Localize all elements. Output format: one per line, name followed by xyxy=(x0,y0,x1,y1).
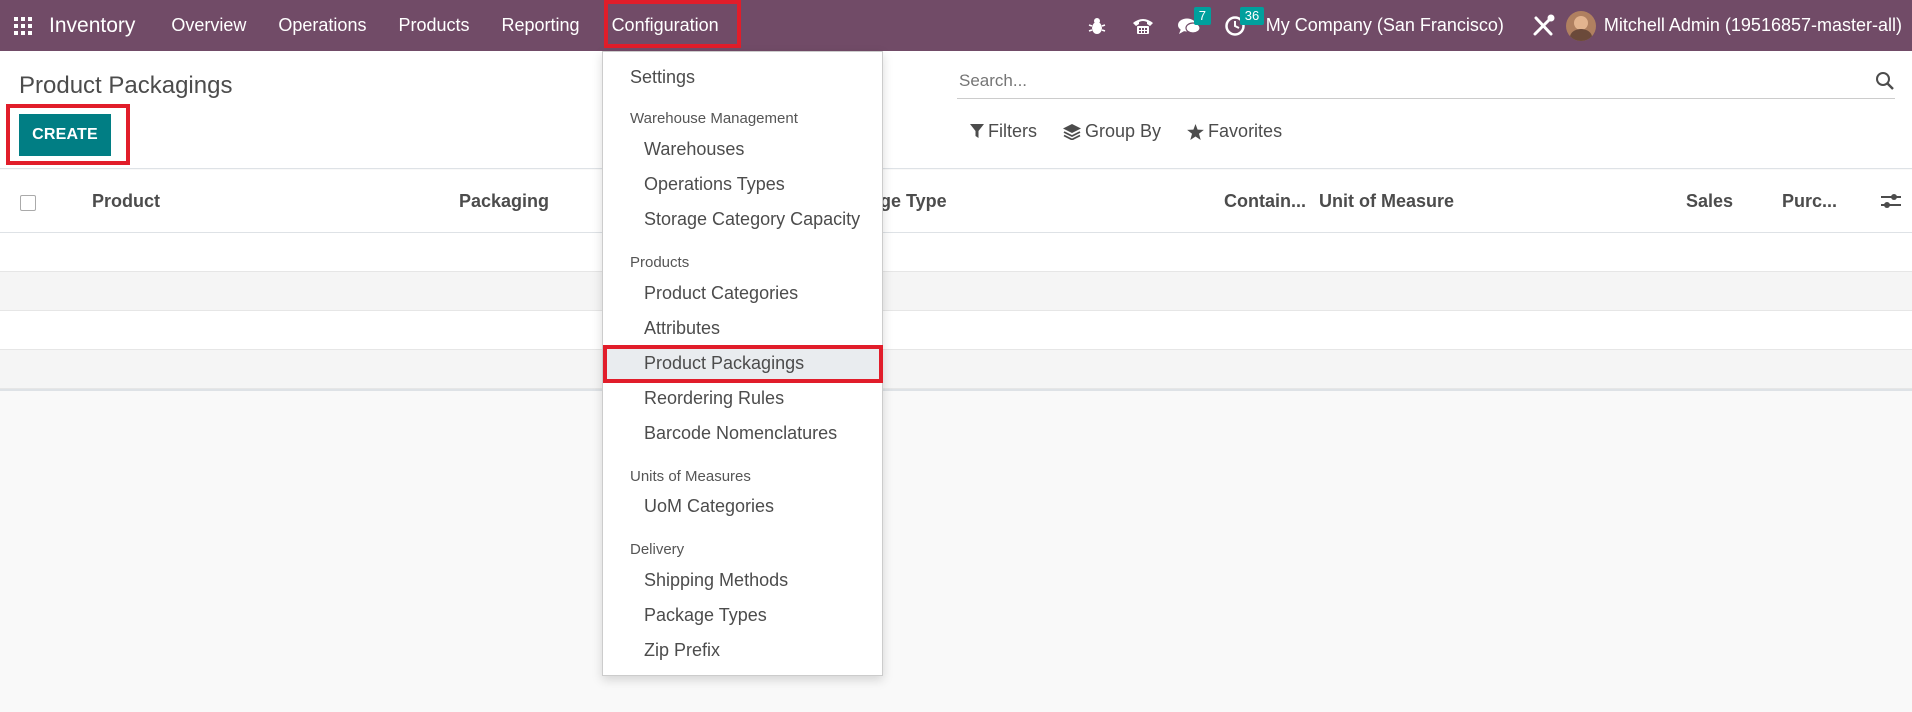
dropdown-item-warehouses[interactable]: Warehouses xyxy=(603,132,882,166)
tools-icon[interactable] xyxy=(1520,0,1566,51)
dropdown-item-zip-prefix[interactable]: Zip Prefix xyxy=(603,633,882,667)
dropdown-item-uom-categories[interactable]: UoM Categories xyxy=(603,489,882,523)
company-switcher[interactable]: My Company (San Francisco) xyxy=(1258,15,1520,36)
column-contained-quantity[interactable]: Contain... xyxy=(1224,191,1306,212)
menu-operations[interactable]: Operations xyxy=(262,0,382,51)
table-row xyxy=(0,233,1912,272)
control-panel: Product Packagings CREATE Filters Group … xyxy=(0,51,1912,169)
table-header: Product Packaging ge Type Contain... Uni… xyxy=(0,170,1912,233)
configuration-dropdown: Settings Warehouse Management Warehouses… xyxy=(602,51,883,676)
dropdown-item-attributes[interactable]: Attributes xyxy=(603,311,882,345)
favorites-label: Favorites xyxy=(1208,121,1283,141)
dropdown-item-product-packagings[interactable]: Product Packagings xyxy=(603,346,882,380)
column-unit-of-measure[interactable]: Unit of Measure xyxy=(1319,191,1454,212)
search-options: Filters Group By Favorites xyxy=(970,121,1308,142)
dropdown-header-uom: Units of Measures xyxy=(630,468,751,485)
dropdown-item-product-categories[interactable]: Product Categories xyxy=(603,276,882,310)
dropdown-item-barcode-nomenclatures[interactable]: Barcode Nomenclatures xyxy=(603,416,882,450)
column-package-type[interactable]: ge Type xyxy=(880,191,947,212)
menu-configuration[interactable]: Configuration xyxy=(596,0,735,51)
app-brand[interactable]: Inventory xyxy=(46,14,135,38)
bug-icon[interactable] xyxy=(1074,0,1120,51)
table-footer-divider xyxy=(0,389,1912,391)
clock-icon[interactable]: 36 xyxy=(1212,0,1265,51)
systray: 7 36 My Company (San Francisco) Mitchell… xyxy=(1074,0,1912,51)
select-all-checkbox[interactable] xyxy=(20,195,36,211)
apps-grid-icon[interactable] xyxy=(0,0,46,51)
dropdown-item-package-types[interactable]: Package Types xyxy=(603,598,882,632)
table-row xyxy=(0,350,1912,389)
column-product[interactable]: Product xyxy=(92,191,160,212)
dropdown-header-delivery: Delivery xyxy=(630,541,685,558)
menu-overview[interactable]: Overview xyxy=(155,0,262,51)
layers-icon xyxy=(1063,123,1081,140)
menu-products[interactable]: Products xyxy=(382,0,485,51)
dropdown-item-operations-types[interactable]: Operations Types xyxy=(603,167,882,201)
filters-label: Filters xyxy=(988,121,1037,141)
dropdown-item-storage-capacity[interactable]: Storage Category Capacity xyxy=(603,202,882,236)
page-title: Product Packagings xyxy=(19,72,233,99)
groupby-label: Group By xyxy=(1085,121,1162,141)
list-table: Product Packaging ge Type Contain... Uni… xyxy=(0,170,1912,391)
table-row xyxy=(0,311,1912,350)
menu-reporting[interactable]: Reporting xyxy=(486,0,596,51)
user-menu[interactable]: Mitchell Admin (19516857-master-all) xyxy=(1565,10,1912,41)
search-icon[interactable] xyxy=(1875,71,1895,96)
column-purchase[interactable]: Purc... xyxy=(1782,191,1837,212)
star-icon xyxy=(1187,123,1204,140)
table-row xyxy=(0,272,1912,311)
favorites-toggle[interactable]: Favorites xyxy=(1187,121,1282,142)
chat-icon[interactable]: 7 xyxy=(1166,0,1212,51)
dropdown-item-reordering-rules[interactable]: Reordering Rules xyxy=(603,381,882,415)
dropdown-item-settings[interactable]: Settings xyxy=(603,60,882,94)
column-packaging[interactable]: Packaging xyxy=(459,191,549,212)
search-bar xyxy=(957,63,1895,99)
filters-toggle[interactable]: Filters xyxy=(970,121,1037,142)
create-button[interactable]: CREATE xyxy=(19,114,111,156)
search-input[interactable] xyxy=(957,70,1837,91)
optional-columns-icon[interactable] xyxy=(1881,192,1901,215)
user-name: Mitchell Admin (19516857-master-all) xyxy=(1603,15,1902,35)
column-sales[interactable]: Sales xyxy=(1686,191,1733,212)
dropdown-header-products: Products xyxy=(630,254,690,271)
groupby-toggle[interactable]: Group By xyxy=(1063,121,1161,142)
dropdown-header-warehouse: Warehouse Management xyxy=(630,110,798,127)
avatar xyxy=(1565,10,1596,41)
messages-badge: 7 xyxy=(1193,7,1212,25)
phone-icon[interactable] xyxy=(1120,0,1166,51)
activities-badge: 36 xyxy=(1239,7,1265,25)
dropdown-item-shipping-methods[interactable]: Shipping Methods xyxy=(603,563,882,597)
filter-icon xyxy=(970,124,984,138)
main-navbar: Inventory Overview Operations Products R… xyxy=(0,0,1912,51)
